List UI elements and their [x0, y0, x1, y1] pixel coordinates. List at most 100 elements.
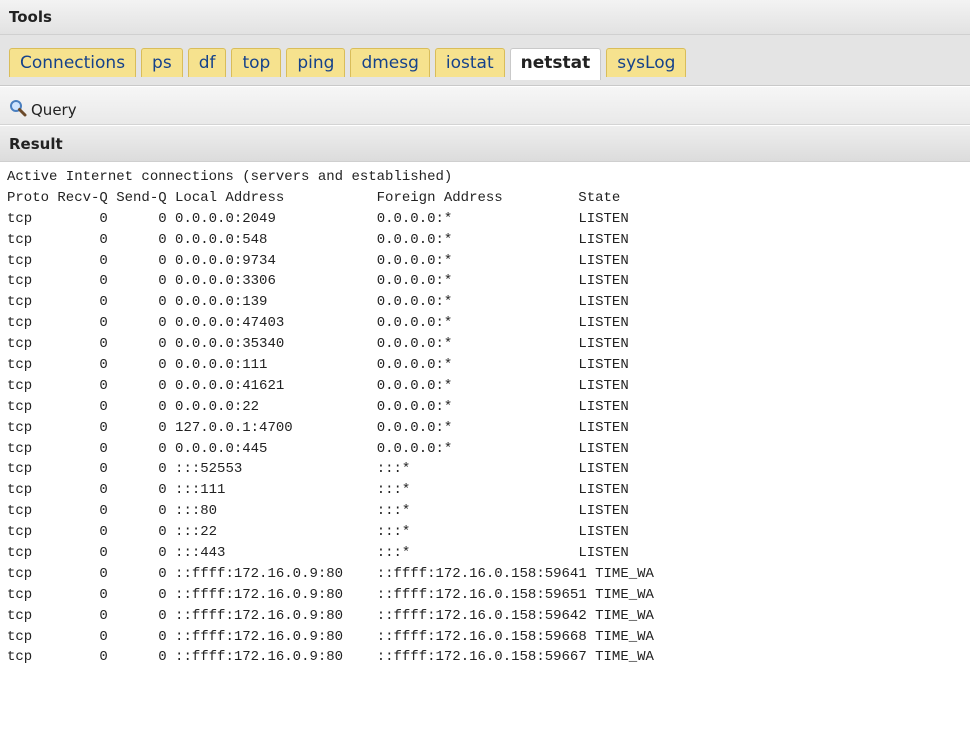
cell-recvq: 0: [57, 482, 117, 499]
cell-state: LISTEN: [578, 440, 629, 457]
cell-foreign: ::ffff:172.16.0.158:59651: [376, 586, 596, 603]
cell-recvq: 0: [57, 545, 117, 562]
cell-foreign: 0.0.0.0:*: [376, 377, 579, 394]
cell-local: 0.0.0.0:22: [175, 398, 377, 415]
cell-foreign: 0.0.0.0:*: [376, 294, 579, 311]
query-label: Query: [31, 100, 77, 119]
cell-state: LISTEN: [578, 357, 629, 374]
cell-sendq: 0: [116, 398, 176, 415]
cell-local: :::52553: [175, 461, 377, 478]
cell-proto: tcp: [7, 649, 58, 666]
cell-state: TIME_WA: [595, 628, 654, 645]
netstat-output: Active Internet connections (servers and…: [0, 167, 970, 735]
cell-state: TIME_WA: [595, 586, 654, 603]
cell-proto: tcp: [7, 482, 58, 499]
tab-dmesg[interactable]: dmesg: [350, 48, 430, 77]
cell-local: :::22: [175, 524, 377, 541]
cell-state: LISTEN: [578, 315, 629, 332]
cell-proto: tcp: [7, 398, 58, 415]
output-column-header: Proto Recv-Q Send-Q Local Address Foreig…: [7, 189, 621, 206]
cell-recvq: 0: [57, 273, 117, 290]
connection-row: tcp 0 0 :::443 :::* LISTEN: [7, 543, 970, 564]
cell-state: LISTEN: [578, 273, 629, 290]
cell-recvq: 0: [57, 315, 117, 332]
cell-sendq: 0: [116, 294, 176, 311]
cell-proto: tcp: [7, 545, 58, 562]
cell-foreign: 0.0.0.0:*: [376, 336, 579, 353]
cell-sendq: 0: [116, 461, 176, 478]
cell-sendq: 0: [116, 482, 176, 499]
connection-row: tcp 0 0 127.0.0.1:4700 0.0.0.0:* LISTEN: [7, 418, 970, 439]
tools-panel-title: Tools: [0, 0, 970, 35]
tab-connections[interactable]: Connections: [9, 48, 137, 77]
cell-recvq: 0: [57, 377, 117, 394]
cell-recvq: 0: [57, 607, 117, 624]
cell-recvq: 0: [57, 524, 117, 541]
connection-row: tcp 0 0 ::ffff:172.16.0.9:80 ::ffff:172.…: [7, 647, 970, 668]
result-section-title: Result: [0, 126, 970, 162]
cell-recvq: 0: [57, 628, 117, 645]
cell-foreign: ::ffff:172.16.0.158:59668: [376, 628, 596, 645]
cell-local: :::80: [175, 503, 377, 520]
cell-recvq: 0: [57, 440, 117, 457]
cell-sendq: 0: [116, 336, 176, 353]
cell-proto: tcp: [7, 419, 58, 436]
cell-proto: tcp: [7, 336, 58, 353]
connection-row: tcp 0 0 ::ffff:172.16.0.9:80 ::ffff:172.…: [7, 564, 970, 585]
cell-state: LISTEN: [578, 377, 629, 394]
cell-proto: tcp: [7, 231, 58, 248]
cell-sendq: 0: [116, 315, 176, 332]
tab-iostat[interactable]: iostat: [434, 48, 505, 77]
tools-tab-bar: Connections ps df top ping dmesg iostat netstat…: [0, 35, 970, 86]
cell-local: :::443: [175, 545, 377, 562]
magnifier-icon: [9, 99, 27, 121]
cell-local: 0.0.0.0:548: [175, 231, 377, 248]
cell-recvq: 0: [57, 294, 117, 311]
tab-ping[interactable]: ping: [286, 48, 346, 77]
cell-local: ::ffff:172.16.0.9:80: [175, 586, 377, 603]
cell-proto: tcp: [7, 461, 58, 478]
connection-row: tcp 0 0 0.0.0.0:3306 0.0.0.0:* LISTEN: [7, 271, 970, 292]
connection-row: tcp 0 0 0.0.0.0:111 0.0.0.0:* LISTEN: [7, 355, 970, 376]
cell-foreign: ::ffff:172.16.0.158:59667: [376, 649, 596, 666]
cell-proto: tcp: [7, 377, 58, 394]
cell-local: ::ffff:172.16.0.9:80: [175, 628, 377, 645]
cell-foreign: 0.0.0.0:*: [376, 210, 579, 227]
connection-row: tcp 0 0 :::22 :::* LISTEN: [7, 522, 970, 543]
cell-foreign: :::*: [376, 461, 579, 478]
cell-local: 0.0.0.0:41621: [175, 377, 377, 394]
cell-state: LISTEN: [578, 419, 629, 436]
cell-local: 0.0.0.0:445: [175, 440, 377, 457]
cell-local: 0.0.0.0:9734: [175, 252, 377, 269]
query-button[interactable]: Query: [9, 99, 77, 121]
connection-row: tcp 0 0 ::ffff:172.16.0.9:80 ::ffff:172.…: [7, 585, 970, 606]
connection-row: tcp 0 0 0.0.0.0:47403 0.0.0.0:* LISTEN: [7, 313, 970, 334]
tab-df[interactable]: df: [187, 48, 227, 77]
cell-recvq: 0: [57, 357, 117, 374]
cell-recvq: 0: [57, 252, 117, 269]
cell-local: 0.0.0.0:47403: [175, 315, 377, 332]
cell-sendq: 0: [116, 545, 176, 562]
cell-state: LISTEN: [578, 461, 629, 478]
tab-top[interactable]: top: [231, 48, 282, 77]
cell-recvq: 0: [57, 649, 117, 666]
tab-netstat[interactable]: netstat: [509, 48, 602, 80]
output-heading: Active Internet connections (servers and…: [7, 169, 453, 185]
cell-sendq: 0: [116, 586, 176, 603]
cell-state: LISTEN: [578, 336, 629, 353]
cell-state: LISTEN: [578, 503, 629, 520]
cell-local: 0.0.0.0:3306: [175, 273, 377, 290]
cell-state: LISTEN: [578, 231, 629, 248]
tab-syslog[interactable]: sysLog: [606, 48, 687, 77]
cell-recvq: 0: [57, 461, 117, 478]
connection-row: tcp 0 0 0.0.0.0:35340 0.0.0.0:* LISTEN: [7, 334, 970, 355]
tab-ps[interactable]: ps: [141, 48, 183, 77]
cell-sendq: 0: [116, 252, 176, 269]
cell-foreign: ::ffff:172.16.0.158:59641: [376, 565, 596, 582]
cell-foreign: :::*: [376, 503, 579, 520]
cell-sendq: 0: [116, 273, 176, 290]
cell-foreign: ::ffff:172.16.0.158:59642: [376, 607, 596, 624]
cell-foreign: :::*: [376, 545, 579, 562]
cell-state: LISTEN: [578, 294, 629, 311]
cell-recvq: 0: [57, 398, 117, 415]
